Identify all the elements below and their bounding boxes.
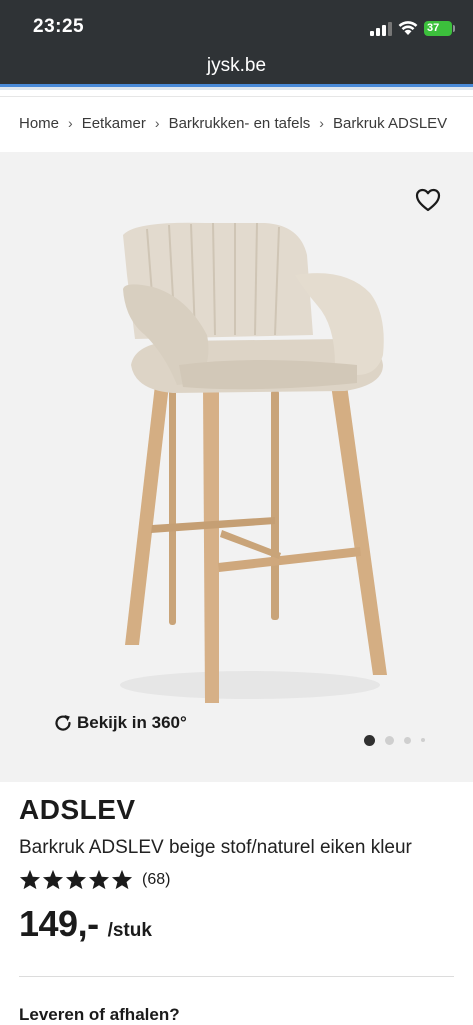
breadcrumb-eetkamer[interactable]: Eetkamer (82, 115, 146, 132)
header-divider (0, 96, 473, 97)
progress-track (0, 87, 473, 90)
carousel-dot[interactable] (404, 736, 411, 744)
breadcrumb-barkrukken[interactable]: Barkrukken- en tafels (169, 115, 311, 132)
star-icon (111, 869, 133, 890)
star-icon (65, 869, 87, 890)
url-text[interactable]: jysk.be (207, 55, 266, 77)
heart-icon[interactable] (414, 186, 442, 214)
chevron-right-icon: › (154, 115, 160, 131)
price-unit: /stuk (107, 920, 152, 941)
star-icon (19, 869, 41, 890)
rating-stars (19, 869, 134, 890)
battery-icon: 37 (424, 21, 452, 36)
status-bar: 23:25 37 (0, 0, 473, 50)
url-bar[interactable]: jysk.be (0, 50, 473, 84)
star-icon (42, 869, 64, 890)
product-name: ADSLEV (19, 794, 136, 825)
product-description: Barkruk ADSLEV beige stof/naturel eiken … (19, 837, 412, 858)
rotate-360-icon (55, 715, 71, 731)
product-price: 149,- /stuk (19, 903, 152, 945)
review-count[interactable]: (68) (142, 871, 170, 889)
breadcrumb-home[interactable]: Home (19, 115, 59, 132)
price-value: 149,- (19, 903, 99, 944)
breadcrumb-current: Barkruk ADSLEV (332, 115, 448, 132)
carousel-dot[interactable] (421, 738, 425, 742)
signal-icon (370, 22, 392, 36)
view-360-button[interactable]: Bekijk in 360° (52, 711, 187, 735)
status-time: 23:25 (33, 16, 85, 37)
breadcrumb: Home › Eetkamer › Barkrukken- en tafels › Bark… (19, 115, 473, 135)
star-icon (88, 869, 110, 890)
product-image-barstool[interactable] (95, 215, 395, 715)
carousel-dot[interactable] (385, 735, 394, 745)
product-rating[interactable]: (68) (19, 869, 170, 890)
chevron-right-icon: › (68, 115, 73, 131)
battery-nub (453, 25, 455, 32)
delivery-heading: Leveren of afhalen? (19, 1005, 180, 1024)
carousel-dot-active[interactable] (364, 734, 375, 746)
carousel-dots[interactable] (364, 734, 435, 746)
chevron-right-icon: › (319, 115, 324, 131)
battery-level: 37 (427, 22, 440, 34)
wifi-icon (398, 21, 418, 35)
view-360-label: Bekijk in 360° (77, 713, 187, 732)
section-divider (19, 976, 454, 977)
